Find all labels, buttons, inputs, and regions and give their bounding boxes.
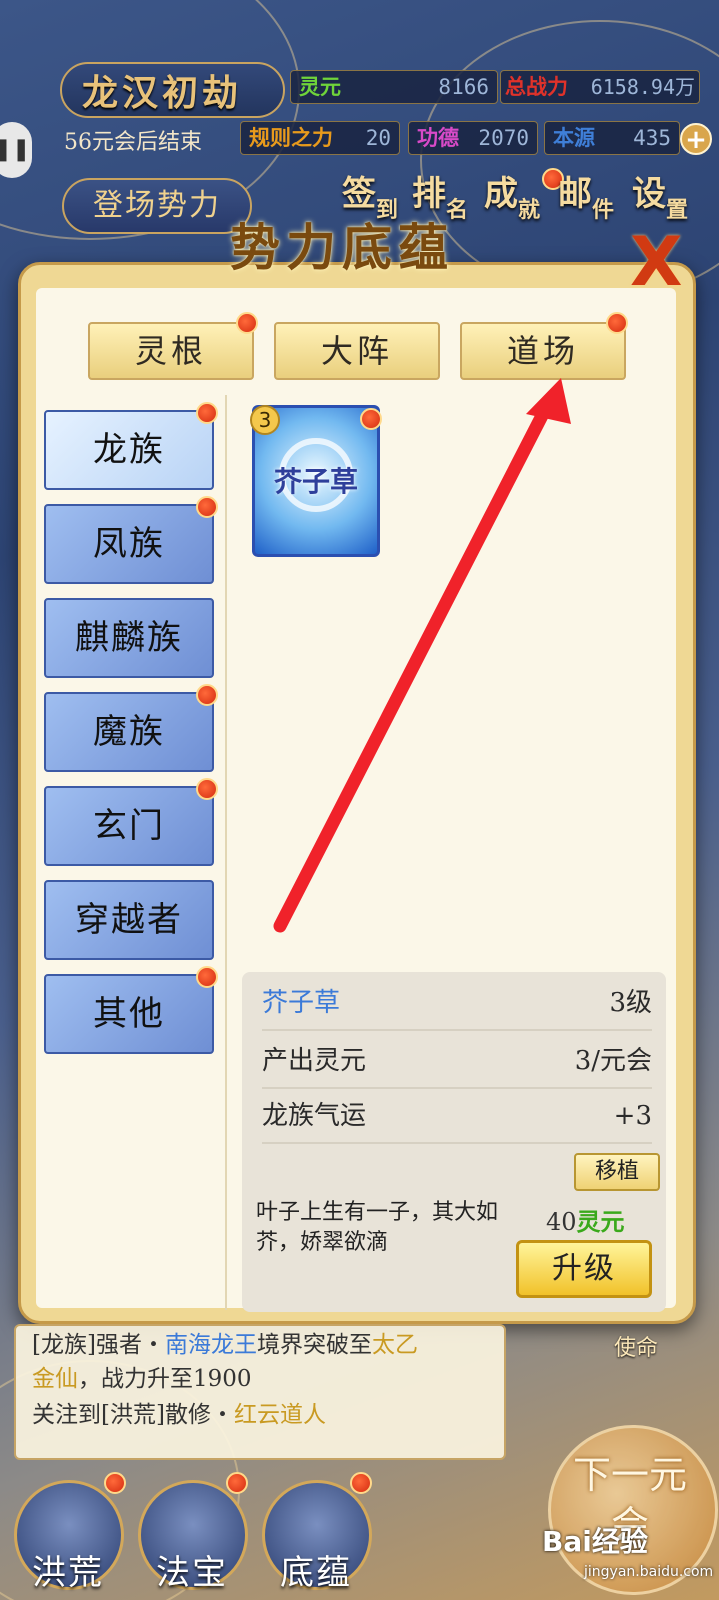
category-xuanmen[interactable]: 玄门 xyxy=(44,786,214,866)
button-glyph: 成 xyxy=(484,174,518,214)
item-level: 3级 xyxy=(609,988,652,1018)
notification-dot xyxy=(196,684,218,706)
stat-value: 2070 xyxy=(478,126,529,150)
stage-title: 龙汉初劫 xyxy=(82,72,243,114)
category-qilin[interactable]: 麒麟族 xyxy=(44,598,214,678)
tab-dazhen[interactable]: 大阵 xyxy=(274,322,440,380)
detail-output-row: 产出灵元 3/元会 xyxy=(262,1033,652,1089)
watermark-logo: Bai经验 xyxy=(542,1525,648,1558)
category-other[interactable]: 其他 xyxy=(44,974,214,1054)
stat-label: 灵元 xyxy=(299,74,341,99)
notification-dot xyxy=(350,1472,372,1494)
event-log: [龙族]强者・南海龙王境界突破至太乙 金仙，战力升至1900 关注到[洪荒]散修… xyxy=(14,1324,506,1460)
notification-dot xyxy=(196,966,218,988)
notification-dot xyxy=(196,496,218,518)
log-line: [龙族]强者・南海龙王境界突破至太乙 xyxy=(32,1332,418,1358)
close-icon[interactable]: X xyxy=(630,228,690,298)
tab-linggen[interactable]: 灵根 xyxy=(88,322,254,380)
detail-label: 龙族气运 xyxy=(262,1101,367,1131)
transplant-button[interactable]: 移植 xyxy=(574,1153,660,1191)
log-line: 金仙，战力升至1900 xyxy=(32,1366,252,1392)
stat-merit: 功德 2070 xyxy=(408,121,538,155)
level-badge: 3 xyxy=(250,405,280,435)
category-traveler[interactable]: 穿越者 xyxy=(44,880,214,960)
time-remaining: 56元会后结束 xyxy=(64,130,202,155)
stat-value: 8166 xyxy=(438,75,489,99)
mission-tag[interactable]: 使命 xyxy=(614,1330,658,1362)
notification-dot xyxy=(104,1472,126,1494)
game-screen: 龙汉初劫 56元会后结束 ❚❚ 灵元 8166 总战力 6158.94万 规则之… xyxy=(0,0,719,1600)
detail-name-row: 芥子草 3级 xyxy=(262,975,652,1031)
upgrade-cost: 40灵元 xyxy=(546,1202,625,1237)
button-glyph-small: 就 xyxy=(518,197,541,223)
nav-label: 法宝 xyxy=(156,1553,228,1593)
tab-daochang[interactable]: 道场 xyxy=(460,322,626,380)
button-glyph: 邮 xyxy=(558,174,592,214)
stat-total-power: 总战力 6158.94万 xyxy=(500,70,700,104)
notification-dot xyxy=(606,312,628,334)
category-phoenix[interactable]: 凤族 xyxy=(44,504,214,584)
notification-dot xyxy=(196,778,218,800)
pause-icon[interactable]: ❚❚ xyxy=(0,122,32,178)
nav-label: 底蕴 xyxy=(280,1553,352,1593)
stat-label: 功德 xyxy=(417,125,459,150)
cost-unit: 灵元 xyxy=(576,1207,625,1236)
card-name: 芥子草 xyxy=(273,465,358,498)
modal-title: 势力底蕴 xyxy=(230,218,454,277)
nav-label: 洪荒 xyxy=(32,1553,104,1593)
add-icon[interactable]: + xyxy=(680,123,712,155)
button-glyph-small: 置 xyxy=(666,197,689,223)
category-demon[interactable]: 魔族 xyxy=(44,692,214,772)
stat-value: 435 xyxy=(633,126,671,150)
watermark-url: jingyan.baidu.com xyxy=(584,1564,714,1580)
stat-label: 规则之力 xyxy=(249,125,333,150)
notification-dot xyxy=(226,1472,248,1494)
stat-label: 总战力 xyxy=(505,74,568,99)
detail-label: 产出灵元 xyxy=(262,1046,367,1076)
detail-value: +3 xyxy=(613,1101,652,1131)
stat-label: 本源 xyxy=(553,125,595,150)
stat-value: 20 xyxy=(365,126,391,150)
stat-origin: 本源 435 xyxy=(544,121,680,155)
detail-fortune-row: 龙族气运 +3 xyxy=(262,1088,652,1144)
button-glyph: 设 xyxy=(632,174,666,214)
category-dragon[interactable]: 龙族 xyxy=(44,410,214,490)
mail-button[interactable]: 邮件 xyxy=(558,166,626,236)
notification-dot xyxy=(196,402,218,424)
log-line: 关注到[洪荒]散修・红云道人 xyxy=(32,1402,326,1428)
stat-lingyuan: 灵元 8166 xyxy=(290,70,498,104)
stat-rule-power: 规则之力 20 xyxy=(240,121,400,155)
item-description: 叶子上生有一子，其大如芥，娇翠欲滴 xyxy=(256,1200,499,1255)
notification-dot xyxy=(236,312,258,334)
upgrade-button[interactable]: 升级 xyxy=(516,1240,652,1298)
faction-nav-button[interactable]: 登场势力 xyxy=(62,178,252,234)
button-glyph-small: 件 xyxy=(592,197,615,223)
detail-value: 3/元会 xyxy=(574,1046,652,1076)
item-name: 芥子草 xyxy=(262,988,341,1018)
notification-dot xyxy=(360,408,382,430)
stat-value: 6158.94万 xyxy=(590,75,695,99)
panel-divider xyxy=(225,395,227,1310)
cost-value: 40 xyxy=(546,1208,577,1236)
